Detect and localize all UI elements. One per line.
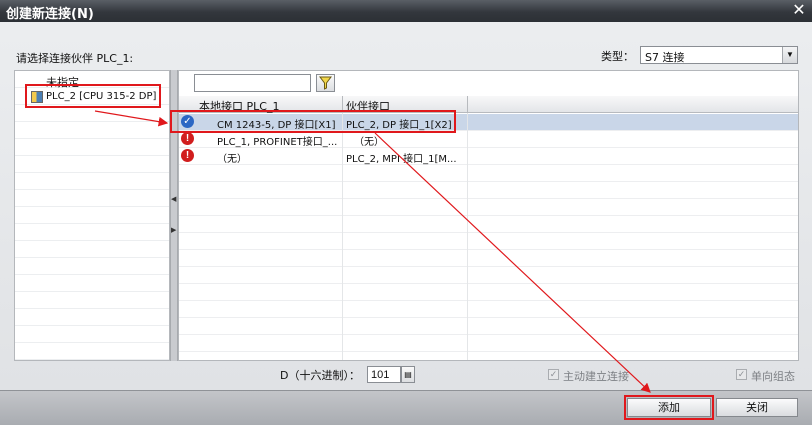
address-picker-icon[interactable]: ▤ xyxy=(401,366,415,383)
title-bar: 创建新连接(N) ✕ xyxy=(0,0,812,22)
row-partner-interface: （无） xyxy=(354,137,384,148)
error-icon: ! xyxy=(181,132,194,145)
close-icon[interactable]: ✕ xyxy=(790,1,808,19)
partner-prompt-label: 请选择连接伙伴 PLC_1: xyxy=(16,52,134,65)
partner-tree: 未指定 PLC_2 [CPU 315-2 DP] xyxy=(14,70,170,361)
create-connection-dialog: 创建新连接(N) ✕ 请选择连接伙伴 PLC_1: 类型： S7 连接 ▼ 未指… xyxy=(0,0,812,425)
highlight-row-box xyxy=(170,110,456,133)
filter-input[interactable] xyxy=(194,74,311,92)
type-label: 类型： xyxy=(601,50,634,63)
one-way-checkbox[interactable]: ✓ xyxy=(736,369,747,380)
collapse-left-icon[interactable]: ◀ xyxy=(171,195,177,203)
connection-type-value: S7 连接 xyxy=(645,51,685,64)
row-local-interface: （无） xyxy=(217,154,247,165)
active-connect-label: 主动建立连接 xyxy=(563,370,629,383)
active-connect-checkbox[interactable]: ✓ xyxy=(548,369,559,380)
highlight-partner-box xyxy=(25,84,161,108)
one-way-label: 单向组态 xyxy=(751,370,795,383)
dropdown-arrow-icon[interactable]: ▼ xyxy=(782,47,797,63)
grid-row[interactable]: ! PLC_1, PROFINET接口_... （无） xyxy=(179,131,798,148)
row-partner-interface: PLC_2, MPI 接口_1[M... xyxy=(346,154,457,165)
filter-funnel-icon[interactable] xyxy=(316,74,335,92)
address-input[interactable]: 101 xyxy=(367,366,401,383)
address-value: 101 xyxy=(371,369,390,381)
close-button[interactable]: 关闭 xyxy=(716,398,798,417)
dialog-title: 创建新连接(N) xyxy=(6,7,94,22)
row-local-interface: PLC_1, PROFINET接口_... xyxy=(217,137,338,148)
address-label: D（十六进制）： xyxy=(280,369,360,382)
error-icon: ! xyxy=(181,149,194,162)
grid-row[interactable]: ! （无） PLC_2, MPI 接口_1[M... xyxy=(179,148,798,165)
connection-type-select[interactable]: S7 连接 ▼ xyxy=(640,46,798,64)
highlight-add-box xyxy=(624,395,714,420)
expand-right-icon[interactable]: ▶ xyxy=(171,226,177,234)
